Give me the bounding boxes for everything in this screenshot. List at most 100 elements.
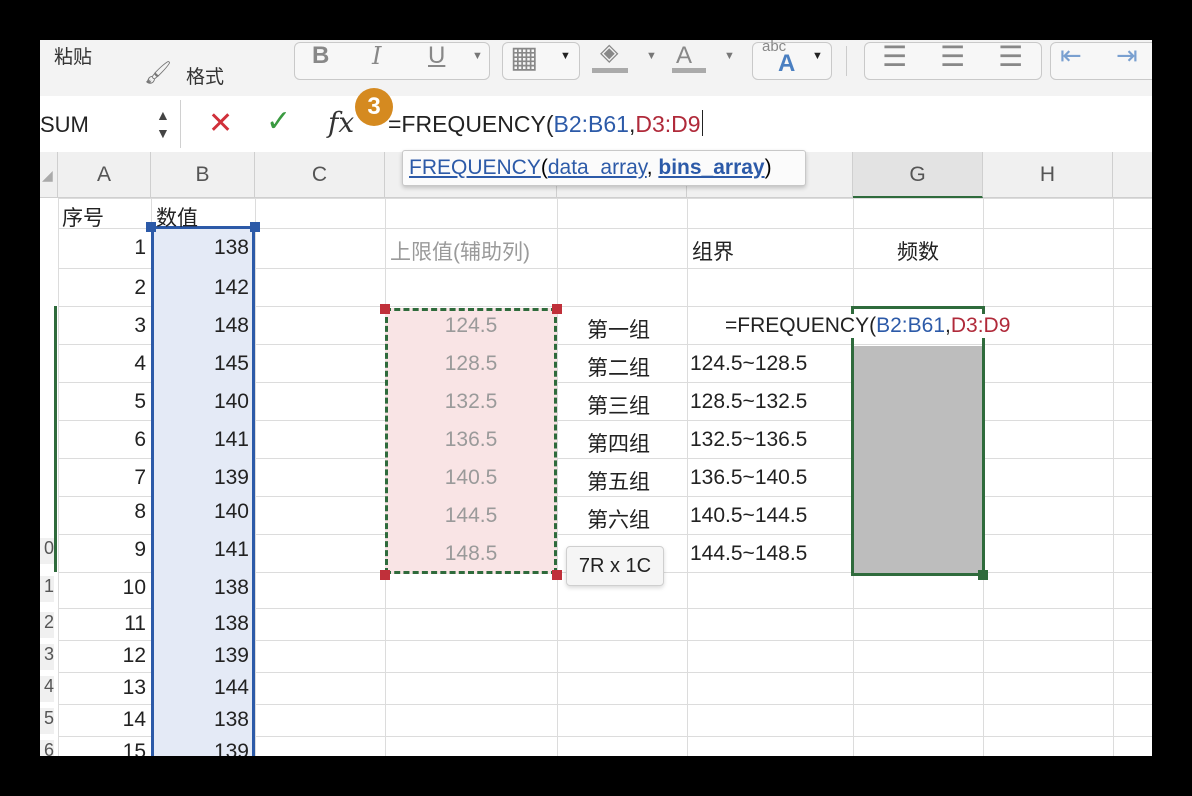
cell-d-value[interactable]: 144.5 <box>385 504 557 528</box>
decrease-indent-icon[interactable]: ⇤ <box>1060 40 1082 71</box>
column-header-g[interactable]: G <box>853 152 983 198</box>
cell-d-value[interactable]: 132.5 <box>385 390 557 414</box>
cell-a-value[interactable]: 3 <box>58 314 146 338</box>
format-painter-icon[interactable]: 🖌 <box>144 60 172 86</box>
cell-b-value[interactable]: 139 <box>151 466 249 490</box>
cell-b-value[interactable]: 140 <box>151 390 249 414</box>
spelling-button[interactable]: A <box>778 50 795 78</box>
column-header-b[interactable]: B <box>151 152 255 198</box>
cell-f-value[interactable]: 144.5~148.5 <box>690 542 807 566</box>
in-cell-formula-editor[interactable]: =FREQUENCY(B2:B61,D3:D9 <box>725 314 1013 338</box>
cell-b-value[interactable]: 138 <box>151 612 249 636</box>
cell-e-value[interactable]: 第四组 <box>587 428 650 458</box>
cell-e-value[interactable]: 第五组 <box>587 466 650 496</box>
cell-a-value[interactable]: 11 <box>58 612 146 636</box>
header-frequency[interactable]: 频数 <box>853 236 983 266</box>
cell-d-value[interactable]: 136.5 <box>385 428 557 452</box>
cell-a-value[interactable]: 7 <box>58 466 146 490</box>
increase-indent-icon[interactable]: ⇥ <box>1116 40 1138 71</box>
cell-b-value[interactable]: 138 <box>151 236 249 260</box>
insert-function-button[interactable]: fx <box>328 106 354 139</box>
spelling-dropdown-icon[interactable]: ▼ <box>812 50 823 62</box>
range-b-handle-right[interactable] <box>250 222 260 232</box>
underline-dropdown-icon[interactable]: ▼ <box>472 50 483 62</box>
range-d-handle-br[interactable] <box>552 570 562 580</box>
cancel-formula-icon[interactable]: ✕ <box>208 106 233 141</box>
cell-d-value[interactable]: 128.5 <box>385 352 557 376</box>
cell-a-value[interactable]: 2 <box>58 276 146 300</box>
bold-button[interactable]: B <box>312 42 329 70</box>
row-header[interactable]: 3 <box>40 644 54 670</box>
range-d-handle-bl[interactable] <box>380 570 390 580</box>
range-d-handle-tr[interactable] <box>552 304 562 314</box>
paste-button[interactable]: 粘贴 <box>54 42 92 69</box>
cell-b-value[interactable]: 138 <box>151 576 249 600</box>
row-header[interactable]: 5 <box>40 708 54 734</box>
borders-icon[interactable]: ▦ <box>510 40 538 75</box>
cell-b-value[interactable]: 144 <box>151 676 249 700</box>
cell-a-value[interactable]: 10 <box>58 576 146 600</box>
cell-e-value[interactable]: 第二组 <box>587 352 650 382</box>
select-all-corner[interactable]: ◢ <box>40 152 58 198</box>
cell-a-value[interactable]: 12 <box>58 644 146 668</box>
header-seq[interactable]: 序号 <box>62 202 104 232</box>
cell-a-value[interactable]: 15 <box>58 740 146 756</box>
italic-button[interactable]: I <box>372 42 381 70</box>
header-upper-limit[interactable]: 上限值(辅助列) <box>390 236 530 266</box>
cell-b-value[interactable]: 148 <box>151 314 249 338</box>
cell-a-value[interactable]: 13 <box>58 676 146 700</box>
cell-a-value[interactable]: 8 <box>58 500 146 524</box>
cell-b-value[interactable]: 138 <box>151 708 249 732</box>
fill-handle[interactable] <box>978 570 988 580</box>
font-color-button[interactable]: A <box>676 42 692 70</box>
fill-color-dropdown-icon[interactable]: ▼ <box>646 50 657 62</box>
align-right-icon[interactable]: ☰ <box>998 40 1023 73</box>
formula-input[interactable]: =FREQUENCY(B2:B61,D3:D9 <box>388 110 703 138</box>
row-header[interactable]: 6 <box>40 740 54 756</box>
header-group-bound[interactable]: 组界 <box>692 236 734 266</box>
font-color-dropdown-icon[interactable]: ▼ <box>724 50 735 62</box>
cell-f-value[interactable]: 132.5~136.5 <box>690 428 807 452</box>
cell-a-value[interactable]: 14 <box>58 708 146 732</box>
output-range-border[interactable] <box>851 306 985 576</box>
spreadsheet-grid[interactable]: ◢ A B C G H 0123456 序号 数值 上限值(辅助列) 组界 频数… <box>40 150 1152 756</box>
cell-d-value[interactable]: 140.5 <box>385 466 557 490</box>
cell-e-value[interactable]: 第三组 <box>587 390 650 420</box>
cell-e-value[interactable]: 第一组 <box>587 314 650 344</box>
cell-d-value[interactable]: 148.5 <box>385 542 557 566</box>
tooltip-arg1-link[interactable]: data_array <box>548 156 647 179</box>
cell-b-value[interactable]: 141 <box>151 538 249 562</box>
cell-f-value[interactable]: 136.5~140.5 <box>690 466 807 490</box>
cell-f-value[interactable]: 124.5~128.5 <box>690 352 807 376</box>
cell-b-value[interactable]: 145 <box>151 352 249 376</box>
column-header-a[interactable]: A <box>58 152 151 198</box>
format-painter-button[interactable]: 格式 <box>186 62 224 89</box>
header-value[interactable]: 数值 <box>156 202 198 232</box>
name-box-stepper-icon[interactable]: ▲ ▼ <box>156 106 170 142</box>
column-header-h[interactable]: H <box>983 152 1113 198</box>
column-header-c[interactable]: C <box>255 152 385 198</box>
cell-d-value[interactable]: 124.5 <box>385 314 557 338</box>
cell-f-value[interactable]: 128.5~132.5 <box>690 390 807 414</box>
cell-a-value[interactable]: 5 <box>58 390 146 414</box>
row-header[interactable]: 0 <box>40 538 54 564</box>
cell-e-value[interactable]: 第六组 <box>587 504 650 534</box>
cell-f-value[interactable]: 140.5~144.5 <box>690 504 807 528</box>
align-center-icon[interactable]: ☰ <box>940 40 965 73</box>
tooltip-arg2-link[interactable]: bins_array <box>658 156 764 179</box>
underline-button[interactable]: U <box>428 42 445 70</box>
cell-a-value[interactable]: 9 <box>58 538 146 562</box>
confirm-formula-icon[interactable]: ✓ <box>266 104 291 139</box>
range-d-handle-tl[interactable] <box>380 304 390 314</box>
cell-b-value[interactable]: 139 <box>151 740 249 756</box>
cell-a-value[interactable]: 1 <box>58 236 146 260</box>
borders-dropdown-icon[interactable]: ▼ <box>560 50 571 62</box>
cell-b-value[interactable]: 141 <box>151 428 249 452</box>
name-box[interactable]: SUM ▲ ▼ <box>40 100 181 148</box>
align-left-icon[interactable]: ☰ <box>882 40 907 73</box>
column-header-i[interactable] <box>1113 152 1152 198</box>
cell-b-value[interactable]: 140 <box>151 500 249 524</box>
cell-a-value[interactable]: 4 <box>58 352 146 376</box>
range-b-handle-left[interactable] <box>146 222 156 232</box>
cell-b-value[interactable]: 142 <box>151 276 249 300</box>
